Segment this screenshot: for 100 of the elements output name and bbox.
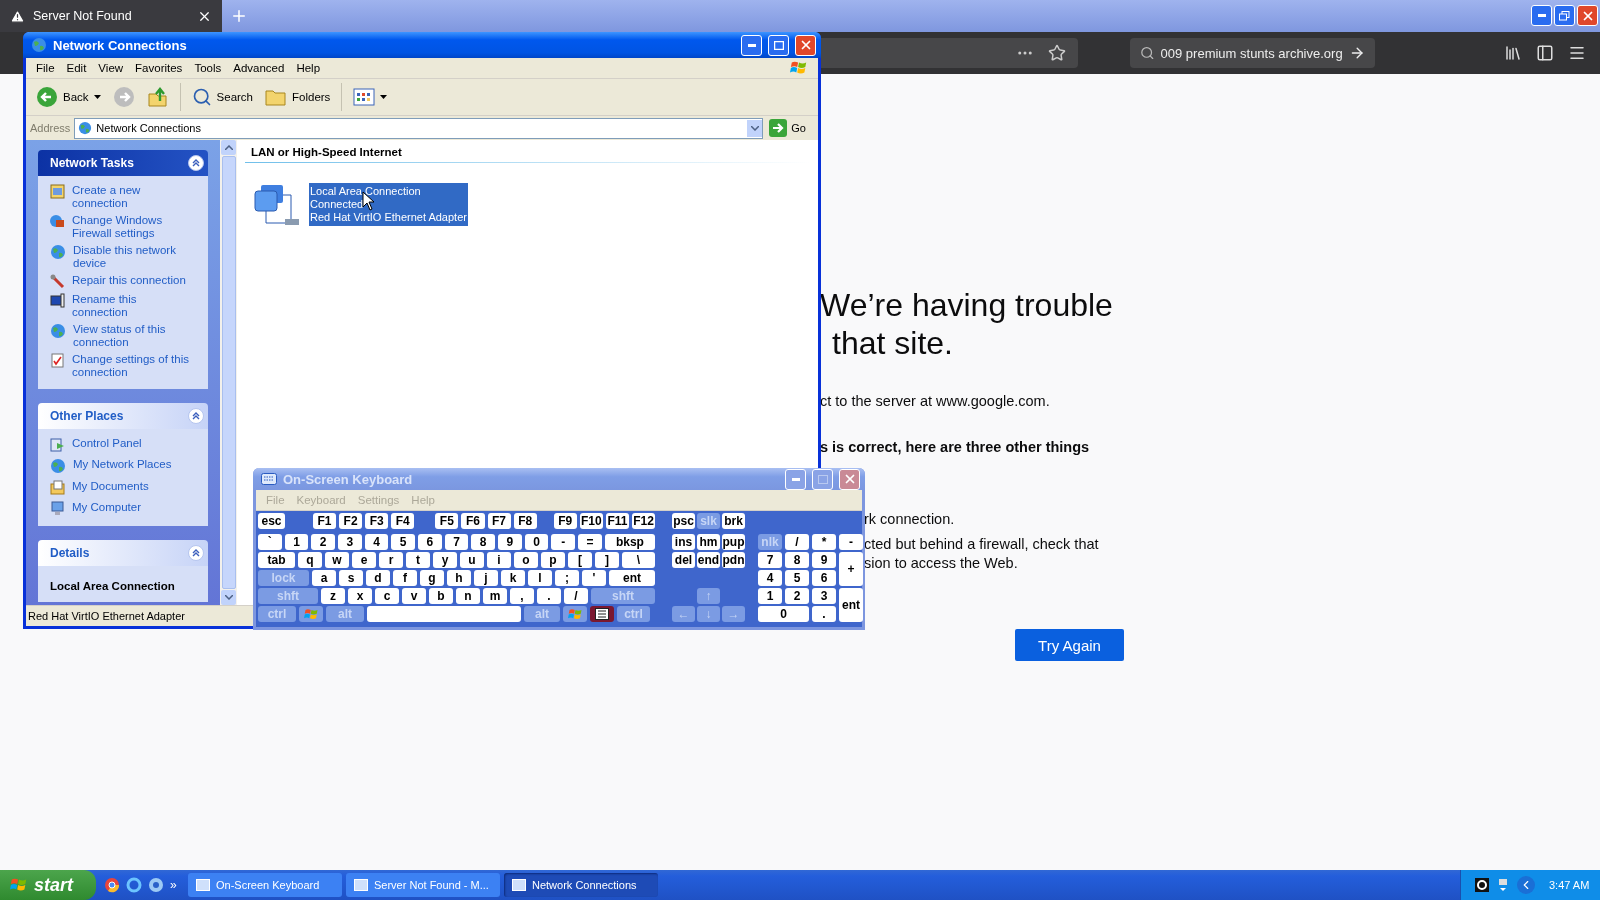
task-link[interactable]: View status of this connection: [73, 323, 194, 349]
onscreen-key[interactable]: g: [420, 570, 444, 586]
onscreen-key[interactable]: 5: [391, 534, 416, 550]
onscreen-key[interactable]: j: [474, 570, 498, 586]
onscreen-key[interactable]: -: [839, 534, 863, 550]
onscreen-key[interactable]: /: [785, 534, 809, 550]
close-button[interactable]: [795, 34, 816, 56]
menu-item[interactable]: File: [30, 62, 61, 74]
onscreen-key[interactable]: bksp: [604, 534, 656, 550]
onscreen-key[interactable]: 5: [785, 570, 809, 586]
onscreen-key[interactable]: `: [258, 534, 282, 550]
onscreen-key[interactable]: [: [568, 552, 592, 568]
onscreen-key[interactable]: 9: [498, 534, 522, 550]
onscreen-key[interactable]: end: [697, 552, 720, 568]
browser-icon[interactable]: [104, 877, 120, 893]
minimize-button[interactable]: [785, 468, 806, 490]
onscreen-key[interactable]: n: [456, 588, 480, 604]
collapse-chevron-icon[interactable]: [188, 155, 204, 171]
onscreen-key[interactable]: 8: [785, 552, 809, 568]
sidebar-icon[interactable]: [1536, 44, 1554, 62]
onscreen-key[interactable]: F1: [312, 513, 337, 529]
search-field[interactable]: 009 premium stunts archive.org: [1130, 38, 1375, 68]
onscreen-key[interactable]: hm: [697, 534, 720, 550]
onscreen-key[interactable]: F7: [487, 513, 511, 529]
onscreen-key[interactable]: o: [514, 552, 538, 568]
onscreen-key[interactable]: pup: [722, 534, 745, 550]
onscreen-key[interactable]: -: [551, 534, 576, 550]
connection-item[interactable]: Local Area Connection Connected Red Hat VirtIO Ethernet Adapter: [309, 183, 468, 226]
start-button[interactable]: start: [0, 870, 96, 900]
restore-button[interactable]: [1554, 5, 1575, 26]
onscreen-key[interactable]: l: [528, 570, 552, 586]
maximize-button[interactable]: [812, 468, 833, 490]
browser-tab[interactable]: Server Not Found: [0, 0, 222, 32]
task-panel-header[interactable]: Other Places: [38, 403, 208, 429]
onscreen-key[interactable]: 9: [812, 552, 836, 568]
onscreen-key[interactable]: F5: [435, 513, 459, 529]
onscreen-key[interactable]: esc: [258, 513, 285, 529]
onscreen-key[interactable]: s: [339, 570, 363, 586]
onscreen-key[interactable]: b: [429, 588, 453, 604]
task-link[interactable]: Repair this connection: [72, 274, 186, 287]
onscreen-key[interactable]: F10: [579, 513, 603, 529]
menu-icon[interactable]: [1568, 44, 1586, 62]
media-icon[interactable]: [148, 877, 164, 893]
collapse-chevron-icon[interactable]: [188, 545, 204, 561]
onscreen-key[interactable]: u: [460, 552, 484, 568]
onscreen-key[interactable]: F12: [631, 513, 656, 529]
onscreen-key[interactable]: w: [325, 552, 349, 568]
onscreen-key[interactable]: 0: [524, 534, 549, 550]
close-button[interactable]: [1577, 5, 1598, 26]
taskbar-button[interactable]: Server Not Found - M...: [346, 873, 500, 897]
scrollbar[interactable]: [220, 140, 237, 605]
onscreen-key[interactable]: e: [352, 552, 376, 568]
menu-item[interactable]: Help: [290, 62, 327, 74]
folders-button[interactable]: Folders: [261, 86, 335, 108]
onscreen-key[interactable]: i: [487, 552, 511, 568]
task-link[interactable]: Change Windows Firewall settings: [72, 214, 193, 240]
onscreen-key[interactable]: p: [541, 552, 565, 568]
address-field[interactable]: Network Connections: [74, 117, 764, 139]
onscreen-key[interactable]: 6: [418, 534, 442, 550]
onscreen-key[interactable]: 7: [444, 534, 469, 550]
try-again-button[interactable]: Try Again: [1015, 629, 1124, 661]
onscreen-key[interactable]: d: [366, 570, 390, 586]
onscreen-key[interactable]: r: [379, 552, 403, 568]
task-link[interactable]: My Documents: [72, 480, 149, 493]
task-link[interactable]: Create a new connection: [72, 184, 193, 210]
onscreen-key[interactable]: psc: [672, 513, 695, 529]
onscreen-key[interactable]: a: [312, 570, 336, 586]
close-button[interactable]: [839, 468, 860, 490]
onscreen-key[interactable]: ins: [672, 534, 695, 550]
task-link[interactable]: Change settings of this connection: [72, 353, 193, 379]
onscreen-key[interactable]: 3: [338, 534, 362, 550]
onscreen-key[interactable]: F11: [605, 513, 629, 529]
task-panel-header[interactable]: Network Tasks: [38, 150, 208, 176]
onscreen-key[interactable]: pdn: [722, 552, 745, 568]
library-icon[interactable]: [1504, 44, 1522, 62]
onscreen-key[interactable]: F2: [339, 513, 363, 529]
collapse-chevron-icon[interactable]: [188, 408, 204, 424]
onscreen-key[interactable]: .: [537, 588, 561, 604]
onscreen-key[interactable]: t: [406, 552, 430, 568]
onscreen-key[interactable]: /: [564, 588, 588, 604]
onscreen-key[interactable]: F3: [365, 513, 389, 529]
onscreen-key[interactable]: 0: [758, 606, 809, 622]
task-link[interactable]: Rename this connection: [72, 293, 193, 319]
search-button[interactable]: Search: [187, 85, 257, 109]
minimize-button[interactable]: [741, 34, 762, 56]
onscreen-key[interactable]: F8: [513, 513, 537, 529]
menu-item[interactable]: Tools: [188, 62, 228, 74]
menu-item[interactable]: Favorites: [129, 62, 189, 74]
onscreen-key[interactable]: +: [839, 552, 863, 586]
onscreen-key[interactable]: ent: [609, 570, 655, 586]
maximize-button[interactable]: [768, 34, 789, 56]
taskbar-button[interactable]: On-Screen Keyboard: [188, 873, 342, 897]
onscreen-key[interactable]: ent: [839, 588, 863, 622]
onscreen-key[interactable]: ,: [510, 588, 534, 604]
onscreen-key[interactable]: tab: [258, 552, 295, 568]
minimize-button[interactable]: [1531, 5, 1552, 26]
taskbar-button[interactable]: Network Connections: [504, 873, 658, 897]
onscreen-key[interactable]: x: [348, 588, 372, 604]
onscreen-key[interactable]: 6: [812, 570, 836, 586]
onscreen-key[interactable]: 2: [311, 534, 335, 550]
